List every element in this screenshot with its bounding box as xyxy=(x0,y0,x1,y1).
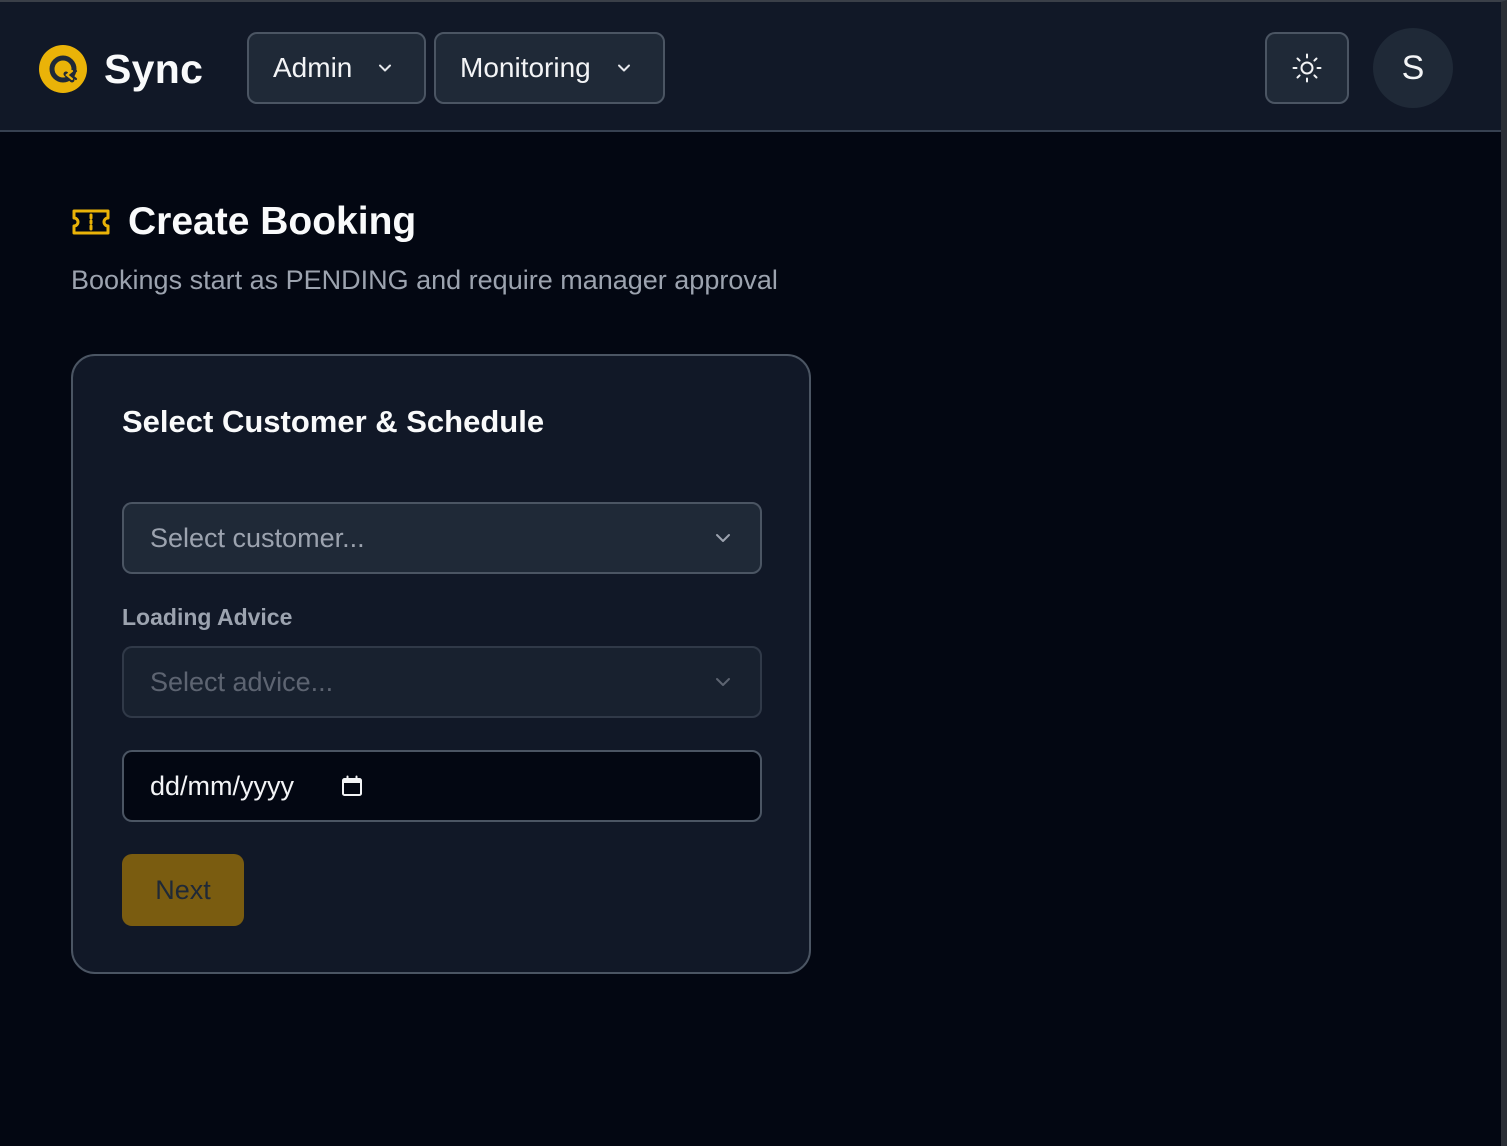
calendar-icon[interactable] xyxy=(340,774,364,798)
sync-logo-icon xyxy=(39,45,87,93)
user-avatar[interactable]: S xyxy=(1373,28,1453,108)
theme-toggle-button[interactable] xyxy=(1265,32,1349,104)
brand[interactable]: Sync xyxy=(38,44,203,94)
next-button[interactable]: Next xyxy=(122,854,244,926)
chevron-down-icon xyxy=(615,59,633,77)
loading-advice-placeholder: Select advice... xyxy=(150,666,334,697)
chevron-down-icon xyxy=(376,59,394,77)
section-title: Select Customer & Schedule xyxy=(122,404,545,439)
next-button-label: Next xyxy=(155,874,211,905)
date-placeholder: dd/mm/yyyy xyxy=(150,770,295,801)
customer-select-placeholder: Select customer... xyxy=(150,522,365,553)
page-subtitle: Bookings start as PENDING and require ma… xyxy=(71,265,778,295)
loading-advice-select: Select advice... xyxy=(122,646,762,718)
chevron-down-icon xyxy=(716,534,730,542)
loading-advice-label: Loading Advice xyxy=(122,604,293,630)
user-initial: S xyxy=(1401,48,1425,87)
sun-icon xyxy=(1292,53,1322,83)
monitoring-menu-label: Monitoring xyxy=(460,52,591,83)
ticket-icon xyxy=(72,209,110,235)
app-name: Sync xyxy=(104,45,204,92)
top-navigation-bar: Sync Admin Monitoring S xyxy=(0,2,1501,132)
chevron-down-icon xyxy=(716,678,730,686)
customer-select[interactable]: Select customer... xyxy=(122,502,762,574)
booking-form-card: Select Customer & Schedule Select custom… xyxy=(71,354,811,974)
page-header: Create Booking xyxy=(71,200,416,244)
admin-menu-button[interactable]: Admin xyxy=(247,32,426,104)
admin-menu-label: Admin xyxy=(273,52,353,83)
monitoring-menu-button[interactable]: Monitoring xyxy=(434,32,665,104)
page-title: Create Booking xyxy=(128,200,417,243)
app-window: Sync Admin Monitoring S Create Booking B… xyxy=(0,0,1507,1146)
schedule-date-input[interactable]: dd/mm/yyyy xyxy=(122,750,762,822)
